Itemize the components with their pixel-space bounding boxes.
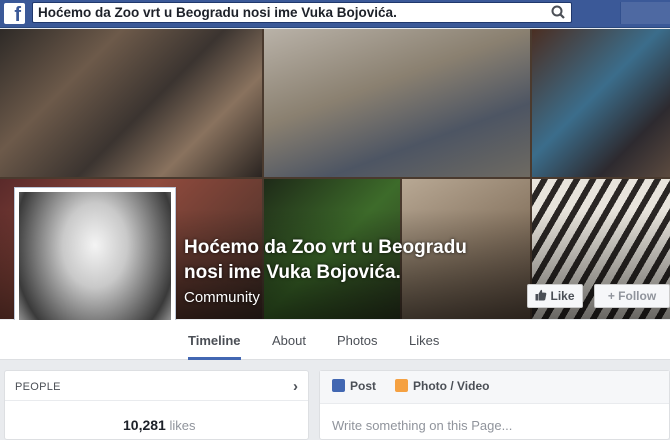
people-title: PEOPLE bbox=[15, 381, 61, 393]
search-value: Hoćemo da Zoo vrt u Beogradu nosi ime Vu… bbox=[38, 5, 397, 20]
likes-number: 10,281 bbox=[123, 417, 166, 433]
profile-shortcut[interactable] bbox=[620, 2, 670, 24]
cover-image-2 bbox=[264, 29, 530, 177]
cover-image-3 bbox=[532, 29, 670, 177]
page-category[interactable]: Community bbox=[184, 289, 260, 306]
tab-about[interactable]: About bbox=[272, 320, 306, 360]
photo-video-tab[interactable]: Photo / Video bbox=[395, 379, 489, 393]
tab-photos[interactable]: Photos bbox=[337, 320, 377, 360]
page-title[interactable]: Hoćemo da Zoo vrt u Beogradu nosi ime Vu… bbox=[184, 235, 504, 285]
camera-icon bbox=[395, 379, 408, 392]
thumbs-up-icon bbox=[535, 289, 547, 301]
composer-input[interactable]: Write something on this Page... bbox=[332, 418, 512, 433]
search-button[interactable] bbox=[545, 3, 571, 22]
top-bar: f Hoćemo da Zoo vrt u Beogradu nosi ime … bbox=[0, 0, 670, 28]
chevron-right-icon[interactable]: › bbox=[293, 378, 298, 395]
follow-button[interactable]: + Follow bbox=[594, 284, 670, 308]
post-label: Post bbox=[350, 379, 377, 393]
composer-tabs: Post Photo / Video bbox=[320, 371, 669, 404]
post-tab[interactable]: Post bbox=[332, 379, 376, 393]
cover-image-1 bbox=[0, 29, 262, 177]
composer-card: Post Photo / Video Write something on th… bbox=[319, 370, 670, 440]
magnifier-icon bbox=[551, 5, 565, 19]
follow-label: + Follow bbox=[607, 289, 657, 303]
likes-count: 10,281 likes bbox=[123, 417, 195, 433]
people-card-header[interactable]: PEOPLE › bbox=[5, 371, 308, 401]
pencil-icon bbox=[332, 379, 345, 392]
like-button[interactable]: Like bbox=[527, 284, 583, 308]
tab-likes[interactable]: Likes bbox=[409, 320, 439, 360]
photo-label: Photo / Video bbox=[413, 379, 490, 393]
page-tabs: Timeline About Photos Likes bbox=[0, 320, 670, 360]
facebook-logo[interactable]: f bbox=[4, 3, 25, 24]
like-label: Like bbox=[550, 289, 575, 303]
people-card: PEOPLE › 10,281 likes bbox=[4, 370, 309, 440]
search-input[interactable]: Hoćemo da Zoo vrt u Beogradu nosi ime Vu… bbox=[32, 2, 572, 23]
likes-word: likes bbox=[169, 418, 196, 433]
tab-timeline[interactable]: Timeline bbox=[188, 320, 241, 360]
